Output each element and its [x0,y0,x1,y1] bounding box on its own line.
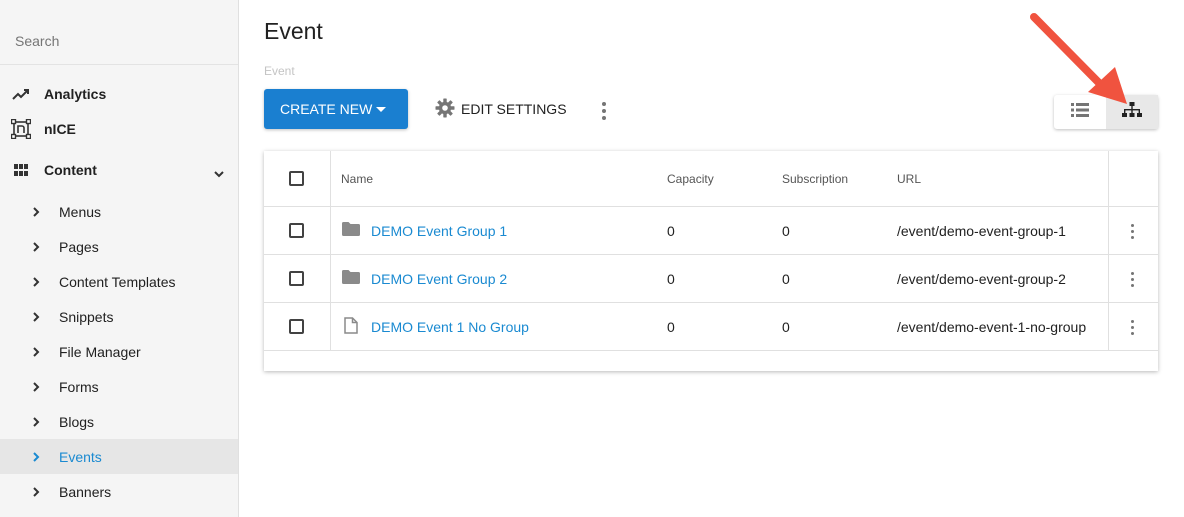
row-capacity: 0 [667,319,675,335]
row-capacity: 0 [667,223,675,239]
chevron-right-icon [30,450,42,462]
create-new-button[interactable]: CREATE NEW [264,89,408,129]
sidebar-item-label: Content Templates [59,273,176,290]
chevron-right-icon [30,240,42,252]
sidebar-item-events[interactable]: Events [0,439,238,474]
sidebar-item-pages[interactable]: Pages [0,229,238,264]
view-toggle [1054,95,1158,129]
trending-up-icon [11,84,31,104]
sidebar-item-blogs[interactable]: Blogs [0,404,238,439]
row-checkbox[interactable] [289,223,304,238]
more-options-icon[interactable] [602,102,606,123]
row-subscription: 0 [782,319,790,335]
edit-settings-label: EDIT SETTINGS [461,101,567,117]
row-name-link[interactable]: DEMO Event 1 No Group [371,319,529,335]
sidebar-item-label: File Manager [59,343,141,360]
nav-item-nice[interactable]: nICE [0,112,238,146]
sidebar-item-label: Blogs [59,413,95,430]
table-row[interactable]: DEMO Event Group 1 0 0 /event/demo-event… [264,207,1158,255]
column-header-capacity[interactable]: Capacity [667,172,714,186]
sitemap-icon [1122,101,1142,123]
create-new-label: CREATE NEW [280,101,373,117]
row-checkbox[interactable] [289,271,304,286]
nav-item-label: nICE [44,121,76,137]
sidebar: Search Analytics nICE Content Menus Page… [0,0,239,517]
column-header-name[interactable]: Name [341,172,373,186]
breadcrumb[interactable]: Event [264,64,295,78]
sidebar-item-menus[interactable]: Menus [0,194,238,229]
sidebar-item-label: Events [59,448,102,465]
select-all-checkbox[interactable] [289,171,304,186]
chevron-right-icon [30,485,42,497]
row-subscription: 0 [782,271,790,287]
chevron-right-icon [30,380,42,392]
caret-down-icon [376,107,386,112]
sidebar-item-label: Snippets [59,308,114,325]
row-more-options-icon[interactable] [1131,224,1135,242]
column-header-url[interactable]: URL [897,172,921,186]
sidebar-item-label: Pages [59,238,99,255]
sidebar-item-label: Menus [59,203,102,220]
gear-icon [435,98,455,121]
row-url: /event/demo-event-group-1 [897,223,1066,239]
file-icon [344,317,358,339]
sidebar-item-label: Forms [59,378,99,395]
sidebar-item-file-manager[interactable]: File Manager [0,334,238,369]
column-header-subscription[interactable]: Subscription [782,172,848,186]
chevron-right-icon [30,345,42,357]
nav-item-content[interactable]: Content [0,153,238,187]
chevron-right-icon [30,275,42,287]
row-capacity: 0 [667,271,675,287]
page-title: Event [264,18,323,44]
chevron-right-icon [30,205,42,217]
search-divider [0,64,238,65]
tree-view-button[interactable] [1106,95,1158,129]
sidebar-item-snippets[interactable]: Snippets [0,299,238,334]
grid-icon [11,160,31,180]
row-checkbox[interactable] [289,319,304,334]
edit-settings-button[interactable]: EDIT SETTINGS [435,98,567,120]
chevron-down-icon [214,165,224,183]
sidebar-item-forms[interactable]: Forms [0,369,238,404]
list-icon [1071,102,1089,122]
table-row[interactable]: DEMO Event 1 No Group 0 0 /event/demo-ev… [264,303,1158,351]
nice-logo-icon [11,119,31,139]
row-more-options-icon[interactable] [1131,320,1135,338]
nav-item-analytics[interactable]: Analytics [0,77,238,111]
row-subscription: 0 [782,223,790,239]
nav-item-label: Content [44,162,97,178]
row-url: /event/demo-event-group-2 [897,271,1066,287]
row-name-link[interactable]: DEMO Event Group 1 [371,223,507,239]
folder-icon [342,222,360,241]
row-name-link[interactable]: DEMO Event Group 2 [371,271,507,287]
table-row[interactable]: DEMO Event Group 2 0 0 /event/demo-event… [264,255,1158,303]
list-view-button[interactable] [1054,95,1106,129]
folder-icon [342,270,360,289]
table-header-row: Name Capacity Subscription URL [264,151,1158,207]
nav-item-label: Analytics [44,86,107,102]
sidebar-item-label: Banners [59,483,112,500]
row-more-options-icon[interactable] [1131,272,1135,290]
row-url: /event/demo-event-1-no-group [897,319,1087,335]
chevron-right-icon [30,415,42,427]
chevron-right-icon [30,310,42,322]
sidebar-item-banners[interactable]: Banners [0,474,238,509]
events-table: Name Capacity Subscription URL DEMO Even… [264,151,1158,371]
sidebar-item-content-templates[interactable]: Content Templates [0,264,238,299]
search-input[interactable]: Search [15,33,59,49]
